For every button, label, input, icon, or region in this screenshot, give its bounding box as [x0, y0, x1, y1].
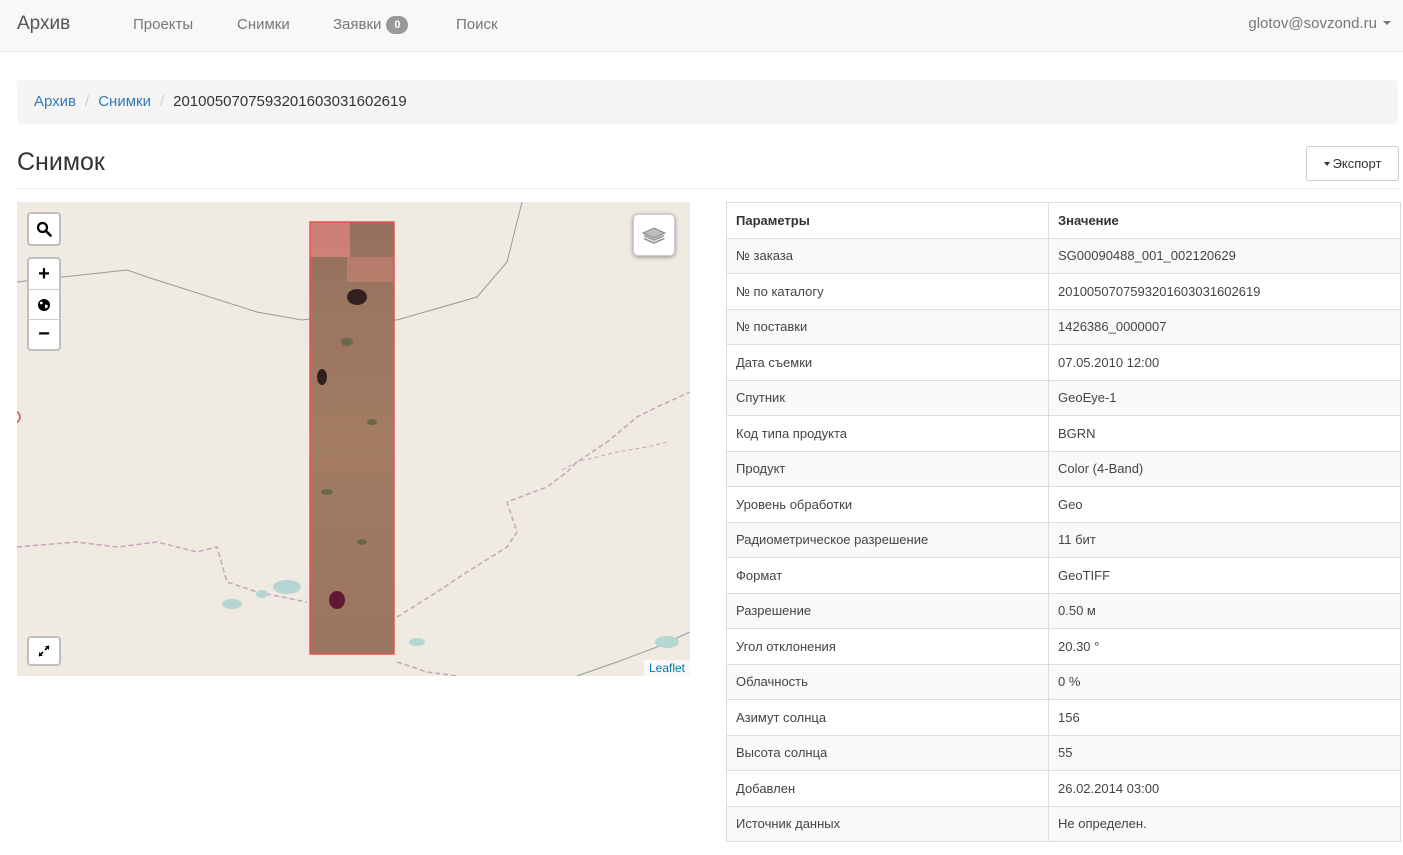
zoom-out-button[interactable]: −: [29, 319, 59, 349]
parameter-value-cell: Не определен.: [1048, 805, 1401, 842]
map-fullscreen-control: [27, 636, 61, 666]
table-row: Облачность 0 %: [726, 663, 1401, 700]
parameter-name-cell: Дата съемки: [726, 344, 1049, 381]
parameter-value-cell: 2010050707593201603031602619: [1048, 273, 1401, 310]
chevron-down-icon: [1383, 21, 1391, 25]
breadcrumb-current: 2010050707593201603031602619: [173, 93, 407, 110]
page-title: Снимок: [17, 148, 105, 176]
parameter-name-cell: Спутник: [726, 379, 1049, 416]
table-row: Радиометрическое разрешение 11 бит: [726, 521, 1401, 558]
table-row: Код типа продукта BGRN: [726, 415, 1401, 452]
parameter-value-cell: GeoEye-1: [1048, 379, 1401, 416]
table-row: Разрешение 0.50 м: [726, 592, 1401, 629]
table-row: № по каталогу 201005070759320160303160261…: [726, 273, 1401, 310]
table-row: Источник данных Не определен.: [726, 805, 1401, 842]
parameter-name-cell: Угол отклонения: [726, 628, 1049, 665]
breadcrumb-images-link[interactable]: Снимки: [98, 93, 151, 110]
table-row: № поставки 1426386_0000007: [726, 308, 1401, 345]
parameter-name-cell: Продукт: [726, 450, 1049, 487]
table-row: Добавлен 26.02.2014 03:00: [726, 770, 1401, 807]
leaflet-attribution-link[interactable]: Leaflet: [643, 660, 690, 676]
table-row: Формат GeoTIFF: [726, 557, 1401, 594]
nav-item-projects[interactable]: Проекты: [133, 16, 193, 33]
parameter-value-cell: Color (4-Band): [1048, 450, 1401, 487]
search-icon: [36, 221, 52, 237]
parameter-value-cell: 55: [1048, 734, 1401, 771]
parameter-name-cell: Добавлен: [726, 770, 1049, 807]
export-button[interactable]: Экспорт: [1306, 146, 1399, 181]
parameter-name-cell: № поставки: [726, 308, 1049, 345]
user-menu-dropdown[interactable]: glotov@sovzond.ru: [1248, 15, 1391, 32]
export-label: Экспорт: [1332, 156, 1382, 171]
table-row: Дата съемки 07.05.2010 12:00: [726, 344, 1401, 381]
breadcrumb-separator: /: [85, 93, 90, 110]
parameter-name-cell: Азимут солнца: [726, 699, 1049, 736]
parameter-value-cell: BGRN: [1048, 415, 1401, 452]
table-header-row: Параметры Значение: [726, 202, 1401, 239]
nav-item-orders-label: Заявки: [333, 16, 382, 33]
image-parameters-table: Параметры Значение № заказа SG00090488_00…: [726, 202, 1401, 842]
column-header-parameters: Параметры: [726, 202, 1049, 239]
breadcrumb: Архив / Снимки / 201005070759320160303160261…: [17, 80, 1398, 124]
brand-link[interactable]: Архив: [17, 13, 70, 35]
parameter-value-cell: Geo: [1048, 486, 1401, 523]
parameter-name-cell: Код типа продукта: [726, 415, 1049, 452]
map-view[interactable]: + − Leaflet: [17, 202, 690, 676]
user-email: glotov@sovzond.ru: [1248, 15, 1377, 32]
parameter-name-cell: Высота солнца: [726, 734, 1049, 771]
parameter-value-cell: 156: [1048, 699, 1401, 736]
parameter-value-cell: 20.30 °: [1048, 628, 1401, 665]
expand-icon: [38, 645, 50, 657]
column-header-value: Значение: [1048, 202, 1401, 239]
parameter-value-cell: 0 %: [1048, 663, 1401, 700]
table-row: № заказа SG00090488_001_002120629: [726, 237, 1401, 274]
orders-count-badge: 0: [386, 16, 409, 34]
fullscreen-button[interactable]: [29, 638, 59, 664]
zoom-in-button[interactable]: +: [29, 259, 59, 289]
table-row: Уровень обработки Geo: [726, 486, 1401, 523]
parameter-value-cell: 0.50 м: [1048, 592, 1401, 629]
top-navbar: Архив Проекты Снимки Заявки 0 Поиск gloto…: [0, 0, 1403, 52]
parameter-name-cell: Источник данных: [726, 805, 1049, 842]
parameter-name-cell: Радиометрическое разрешение: [726, 521, 1049, 558]
breadcrumb-archive-link[interactable]: Архив: [34, 93, 76, 110]
parameter-name-cell: Формат: [726, 557, 1049, 594]
table-row: Продукт Color (4-Band): [726, 450, 1401, 487]
globe-icon: [38, 298, 50, 311]
nav-item-search[interactable]: Поиск: [456, 16, 498, 33]
parameter-name-cell: Разрешение: [726, 592, 1049, 629]
map-search-control: [27, 212, 61, 246]
map-search-button[interactable]: [29, 214, 59, 244]
header-divider: [17, 188, 1398, 189]
parameter-value-cell: 26.02.2014 03:00: [1048, 770, 1401, 807]
table-row: Азимут солнца 156: [726, 699, 1401, 736]
breadcrumb-separator: /: [159, 93, 165, 110]
table-row: Высота солнца 55: [726, 734, 1401, 771]
map-zoom-control: + −: [27, 257, 61, 351]
map-basemap: [17, 202, 690, 676]
parameter-name-cell: Уровень обработки: [726, 486, 1049, 523]
parameter-value-cell: 1426386_0000007: [1048, 308, 1401, 345]
parameter-name-cell: № по каталогу: [726, 273, 1049, 310]
table-row: Угол отклонения 20.30 °: [726, 628, 1401, 665]
parameter-value-cell: GeoTIFF: [1048, 557, 1401, 594]
parameter-value-cell: 07.05.2010 12:00: [1048, 344, 1401, 381]
nav-item-images[interactable]: Снимки: [237, 16, 290, 33]
parameter-name-cell: Облачность: [726, 663, 1049, 700]
nav-item-orders[interactable]: Заявки 0: [333, 16, 409, 34]
caret-down-icon: [1323, 162, 1330, 166]
table-row: Спутник GeoEye-1: [726, 379, 1401, 416]
zoom-world-button[interactable]: [29, 289, 59, 319]
parameter-name-cell: № заказа: [726, 237, 1049, 274]
parameter-value-cell: 11 бит: [1048, 521, 1401, 558]
layers-icon: [641, 227, 667, 244]
layers-button[interactable]: [633, 214, 675, 256]
parameter-value-cell: SG00090488_001_002120629: [1048, 237, 1401, 274]
